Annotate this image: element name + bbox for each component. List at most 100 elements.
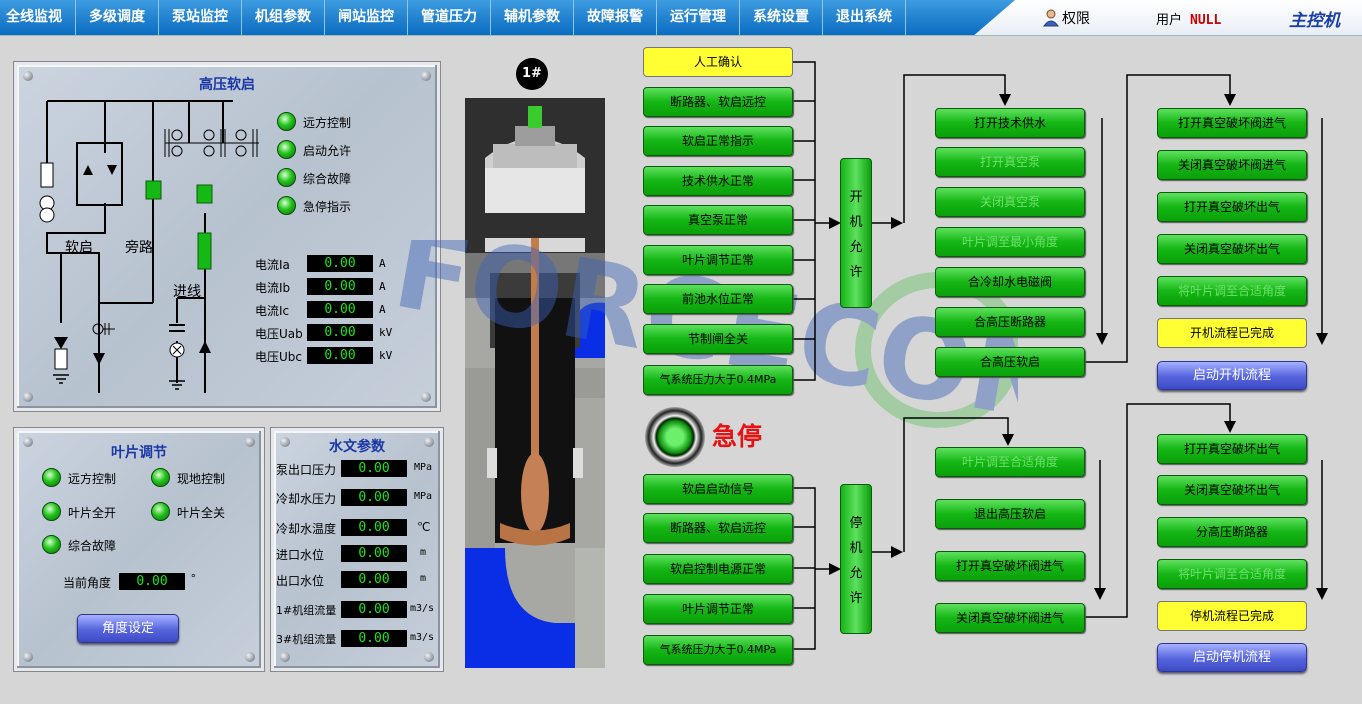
hydro-value: 0.00 — [341, 601, 407, 618]
permit-char: 开 — [849, 190, 863, 205]
menu-item-gate-station[interactable]: 闸站监控 — [325, 0, 408, 35]
start-step: 打开技术供水 — [935, 108, 1085, 138]
menu-item-exit[interactable]: 退出系统 — [823, 0, 906, 35]
pump-unit-illustration — [465, 98, 605, 668]
blade-local-label: 现地控制 — [177, 472, 226, 486]
menu-item-unit-params[interactable]: 机组参数 — [242, 0, 325, 35]
hydro-label: 3#机组流量 — [276, 633, 337, 646]
user-value: NULL — [1190, 13, 1222, 28]
general-fault-label: 综合故障 — [303, 172, 352, 186]
user-status: 用户 NULL — [1156, 9, 1221, 28]
rights-label: 权限 — [1062, 11, 1090, 27]
uab-value: 0.00 — [307, 324, 373, 341]
menu-item-aux-params[interactable]: 辅机参数 — [491, 0, 574, 35]
manual-confirm-button[interactable]: 人工确认 — [643, 47, 793, 77]
hydro-unit: MPa — [414, 462, 433, 473]
start-condition: 技术供水正常 — [643, 166, 793, 196]
hydro-unit: MPa — [414, 491, 433, 502]
user-label: 用户 — [1156, 13, 1183, 28]
angle-value: 0.00 — [119, 573, 185, 590]
stop-step: 关闭真空破坏出气 — [1157, 475, 1307, 505]
blade-remote-label: 远方控制 — [68, 472, 117, 486]
permit-char: 允 — [849, 240, 863, 255]
blade-closed-label: 叶片全关 — [177, 506, 226, 520]
angle-set-button[interactable]: 角度设定 — [77, 614, 179, 643]
start-permit-label: 启动允许 — [303, 144, 352, 158]
start-condition: 气系统压力大于0.4MPa — [643, 365, 793, 395]
hydro-panel-title: 水文参数 — [329, 439, 385, 455]
blade-closed-lamp — [151, 502, 170, 521]
emergency-stop-label: 急停指示 — [303, 200, 352, 214]
start-done-indicator: 开机流程已完成 — [1157, 318, 1307, 348]
stop-sequence-button[interactable]: 启动停机流程 — [1157, 643, 1307, 672]
emergency-stop-lamp — [277, 196, 296, 215]
hydro-unit: ℃ — [417, 520, 431, 534]
permit-char: 停 — [849, 516, 863, 531]
stop-step: 退出高压软启 — [935, 499, 1085, 529]
menu-item-dispatch[interactable]: 多级调度 — [76, 0, 159, 35]
hydro-value: 0.00 — [341, 571, 407, 588]
hv-panel-title: 高压软启 — [199, 77, 255, 93]
menu-item-pump-station[interactable]: 泵站监控 — [159, 0, 242, 35]
start-step: 关闭真空破坏出气 — [1157, 234, 1307, 264]
hydro-value: 0.00 — [341, 630, 407, 647]
ic-unit: A — [379, 303, 386, 316]
ia-label: 电流Ia — [255, 258, 290, 272]
stop-condition: 断路器、软启远控 — [643, 513, 793, 543]
menu-item-pipe-pressure[interactable]: 管道压力 — [408, 0, 491, 35]
ic-value: 0.00 — [307, 301, 373, 318]
user-icon — [1043, 9, 1059, 27]
menu-item-operation[interactable]: 运行管理 — [657, 0, 740, 35]
stop-step: 打开真空破坏阀进气 — [935, 551, 1085, 581]
remote-control-label: 远方控制 — [303, 116, 352, 130]
blade-open-lamp — [42, 502, 61, 521]
start-permit-indicator: 开机允许 — [840, 158, 872, 308]
station-name: 主控机 — [1289, 11, 1340, 31]
hydro-label: 出口水位 — [276, 574, 325, 588]
top-bar: 全线监视 多级调度 泵站监控 机组参数 闸站监控 管道压力 辅机参数 故障报警 … — [0, 0, 1362, 36]
ib-label: 电流Ib — [255, 281, 291, 295]
start-condition: 节制闸全关 — [643, 324, 793, 354]
hydro-label: 泵出口压力 — [276, 463, 337, 477]
hydro-label: 冷却水压力 — [276, 492, 337, 506]
stop-step: 叶片调至合适角度 — [935, 447, 1085, 477]
start-step: 关闭真空破坏阀进气 — [1157, 150, 1307, 180]
start-step: 合冷却水电磁阀 — [935, 267, 1085, 297]
uab-label: 电压Uab — [255, 327, 303, 341]
blade-adjust-panel: 叶片调节 远方控制 现地控制 叶片全开 叶片全关 综合故障 当前角度 0.00 … — [14, 428, 264, 671]
menu-item-overview[interactable]: 全线监视 — [0, 0, 76, 35]
hydrology-panel: 水文参数 泵出口压力 0.00 MPa 冷却水压力 0.00 MPa 冷却水温度… — [271, 428, 443, 671]
permit-char: 许 — [849, 265, 863, 280]
start-step: 叶片调至最小角度 — [935, 227, 1085, 257]
stop-condition: 软启启动信号 — [643, 474, 793, 504]
label-incoming: 进线 — [173, 284, 201, 300]
stop-step: 分高压断路器 — [1157, 517, 1307, 547]
hv-softstart-panel: 高压软启 软启 旁路 进线 远方控制 启动允许 综合故障 急停指示 电流Ia 0… — [14, 62, 440, 411]
blade-fault-lamp — [42, 535, 61, 554]
start-step: 合高压断路器 — [935, 307, 1085, 337]
start-permit-lamp — [277, 140, 296, 159]
hydro-value: 0.00 — [341, 460, 407, 477]
start-step: 合高压软启 — [935, 347, 1085, 377]
permit-char: 机 — [849, 541, 863, 556]
stop-step: 将叶片调至合适角度 — [1157, 559, 1307, 589]
blade-fault-label: 综合故障 — [68, 539, 117, 553]
start-condition: 断路器、软启远控 — [643, 87, 793, 117]
start-condition: 真空泵正常 — [643, 205, 793, 235]
hydro-value: 0.00 — [341, 489, 407, 506]
menu-item-alarms[interactable]: 故障报警 — [574, 0, 657, 35]
rights-button[interactable]: 权限 — [1043, 8, 1090, 28]
hydro-label: 冷却水温度 — [276, 522, 337, 536]
blade-open-label: 叶片全开 — [68, 506, 117, 520]
menu-item-settings[interactable]: 系统设置 — [740, 0, 823, 35]
start-step: 关闭真空泵 — [935, 187, 1085, 217]
start-step: 打开真空破坏出气 — [1157, 192, 1307, 222]
blade-panel-title: 叶片调节 — [111, 445, 167, 461]
ia-value: 0.00 — [307, 255, 373, 272]
start-sequence-button[interactable]: 启动开机流程 — [1157, 361, 1307, 390]
stop-condition: 气系统压力大于0.4MPa — [643, 635, 793, 665]
stop-step: 关闭真空破坏阀进气 — [935, 603, 1085, 633]
emergency-stop-button[interactable] — [645, 407, 705, 467]
hydro-unit: m3/s — [410, 603, 435, 614]
stop-condition: 软启控制电源正常 — [643, 554, 793, 584]
